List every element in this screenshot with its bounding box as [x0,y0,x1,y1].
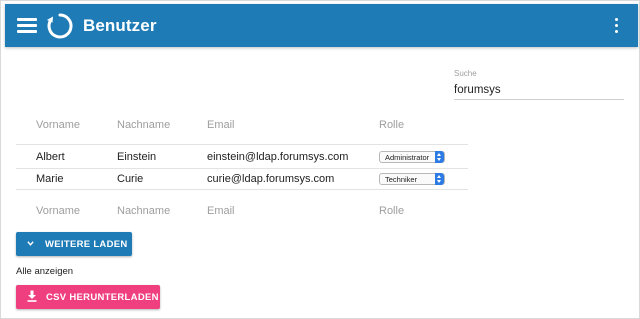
select-arrows-icon [435,173,444,185]
table-divider [16,144,468,145]
cell-first-name: Albert [36,151,65,163]
chevron-down-icon [27,241,34,246]
load-more-label: WEITERE LADEN [45,239,128,250]
cell-email: einstein@ldap.forumsys.com [207,151,349,163]
role-select-value: Administrator [385,153,430,162]
download-icon [27,290,37,302]
app-window: Benutzer Suche Vorname Nachname Email Ro… [0,0,640,319]
hamburger-menu-icon[interactable] [17,18,37,33]
csv-download-label: CSV HERUNTERLADEN [46,292,159,303]
table-divider [16,168,468,169]
select-arrows-icon [435,151,444,163]
csv-download-button[interactable]: CSV HERUNTERLADEN [16,285,160,309]
search-label: Suche [454,69,477,78]
column-header-vorname: Vorname [36,119,81,131]
app-bar: Benutzer [5,4,638,47]
search-input[interactable] [454,81,624,100]
page-title: Benutzer [83,16,157,35]
cell-last-name: Curie [117,173,144,185]
column-footer-nachname: Nachname [117,205,171,217]
column-footer-email: Email [207,205,235,217]
role-select[interactable]: Techniker [379,173,445,185]
column-header-rolle: Rolle [379,119,405,131]
column-footer-rolle: Rolle [379,205,405,217]
role-select-value: Techniker [385,175,418,184]
show-all-link[interactable]: Alle anzeigen [16,266,73,277]
table-divider [16,189,468,190]
more-vertical-icon[interactable] [614,18,618,34]
role-select[interactable]: Administrator [379,151,445,163]
column-header-email: Email [207,119,235,131]
column-header-nachname: Nachname [117,119,171,131]
cell-first-name: Marie [36,173,64,185]
load-more-button[interactable]: WEITERE LADEN [16,232,132,256]
column-footer-vorname: Vorname [36,205,81,217]
cell-last-name: Einstein [117,151,157,163]
cell-email: curie@ldap.forumsys.com [207,173,335,185]
refresh-circle-logo-icon [46,13,73,39]
